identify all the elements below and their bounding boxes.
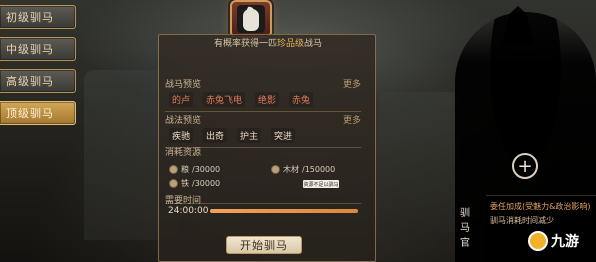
official-bonus-line1: 委任加成(受魅力&政治影响) bbox=[490, 202, 591, 211]
war-horse-preview-title-row: 战马预览 更多 bbox=[165, 76, 361, 90]
war-horse-item[interactable]: 绝影 bbox=[255, 91, 280, 107]
official-bonus-text: 委任加成(受魅力&政治影响) 驯马消耗时间减少 bbox=[490, 200, 596, 228]
war-horse-item[interactable]: 赤兔飞电 bbox=[203, 91, 246, 107]
iron-value: /30000 bbox=[192, 179, 221, 188]
resource-iron: 铁 /30000 bbox=[169, 178, 220, 189]
tactics-more-link[interactable]: 更多 bbox=[343, 113, 361, 126]
resource-title-row: 消耗资源 bbox=[165, 144, 361, 158]
time-row: 24:00:00 bbox=[168, 204, 358, 218]
grain-value: /30000 bbox=[192, 165, 221, 174]
start-taming-button[interactable]: 开始驯马 bbox=[226, 236, 302, 254]
insufficient-resources-tooltip: 资源不足以驯马 bbox=[303, 180, 339, 188]
tactics-preview: 战法预览 更多 疾驰 出奇 护主 突进 bbox=[165, 112, 361, 148]
resource-wood: 木材 /150000 bbox=[271, 164, 335, 175]
grain-icon bbox=[169, 165, 178, 174]
right-building bbox=[378, 92, 460, 232]
tactic-item[interactable]: 护主 bbox=[237, 127, 262, 143]
wood-value: /150000 bbox=[302, 165, 336, 174]
tab-intermediate[interactable]: 中级驯马 bbox=[0, 37, 76, 61]
plus-icon: + bbox=[517, 155, 533, 177]
war-horse-more-link[interactable]: 更多 bbox=[343, 77, 361, 90]
war-horse-preview: 战马预览 更多 的卢 赤兔飞电 绝影 赤兔 bbox=[165, 76, 361, 112]
tab-label: 顶级驯马 bbox=[6, 107, 54, 120]
tab-label: 高级驯马 bbox=[6, 75, 54, 88]
tactic-item[interactable]: 疾驰 bbox=[169, 127, 194, 143]
tab-top[interactable]: 顶级驯马 bbox=[0, 101, 76, 125]
tactics-list: 疾驰 出奇 护主 突进 bbox=[165, 126, 361, 144]
time-value: 24:00:00 bbox=[168, 206, 209, 216]
watermark: 九游 bbox=[528, 226, 596, 256]
war-horse-list: 的卢 赤兔飞电 绝影 赤兔 bbox=[165, 90, 361, 108]
tactic-item[interactable]: 出奇 bbox=[203, 127, 228, 143]
iron-icon bbox=[169, 179, 178, 188]
reward-quality: 珍品级 bbox=[276, 38, 304, 49]
wood-label: 木材 bbox=[283, 165, 299, 174]
assign-official-button[interactable]: + bbox=[512, 153, 538, 179]
resource-title: 消耗资源 bbox=[165, 147, 202, 158]
tab-label: 初级驯马 bbox=[6, 11, 54, 24]
portrait-frame bbox=[230, 0, 272, 38]
time-progress-bar bbox=[210, 209, 358, 213]
time-progress-fill bbox=[210, 209, 358, 213]
watermark-text: 九游 bbox=[551, 234, 579, 250]
difficulty-tabs: 初级驯马 中级驯马 高级驯马 顶级驯马 bbox=[0, 5, 76, 125]
resource-grain: 粮 /30000 bbox=[169, 164, 220, 175]
official-label: 驯马官 bbox=[460, 208, 470, 249]
tactic-item[interactable]: 突进 bbox=[271, 127, 296, 143]
tab-label: 中级驯马 bbox=[6, 43, 54, 56]
tactics-preview-title: 战法预览 bbox=[165, 115, 202, 126]
reward-hint: 有概率获得一匹 珍品级 战马 bbox=[168, 34, 368, 50]
reward-prefix: 有概率获得一匹 bbox=[213, 38, 277, 49]
war-horse-item[interactable]: 赤兔 bbox=[289, 91, 314, 107]
horse-portrait bbox=[225, 0, 277, 38]
tab-advanced[interactable]: 高级驯马 bbox=[0, 69, 76, 93]
horse-icon bbox=[237, 5, 265, 33]
tab-beginner[interactable]: 初级驯马 bbox=[0, 5, 76, 29]
reward-suffix: 战马 bbox=[304, 38, 323, 49]
tactics-preview-title-row: 战法预览 更多 bbox=[165, 112, 361, 126]
iron-label: 铁 bbox=[181, 179, 189, 188]
war-horse-preview-title: 战马预览 bbox=[165, 79, 202, 90]
grain-label: 粮 bbox=[181, 165, 189, 174]
wood-icon bbox=[271, 165, 280, 174]
watermark-icon bbox=[528, 231, 548, 251]
war-horse-item[interactable]: 的卢 bbox=[169, 91, 194, 107]
